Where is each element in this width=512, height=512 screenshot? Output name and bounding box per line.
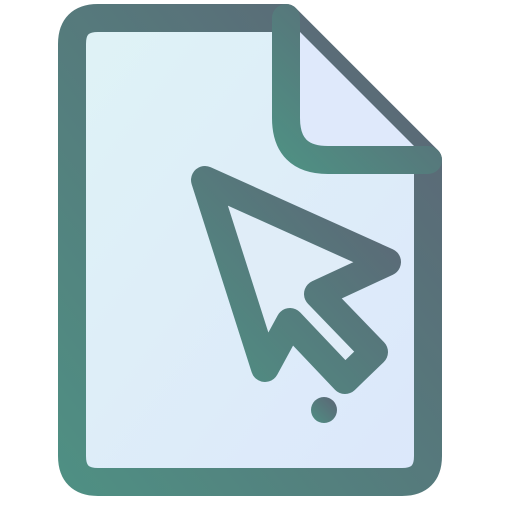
- document-cursor-icon: [58, 4, 442, 496]
- text-dot: [311, 397, 337, 423]
- icon-canvas: [0, 0, 512, 512]
